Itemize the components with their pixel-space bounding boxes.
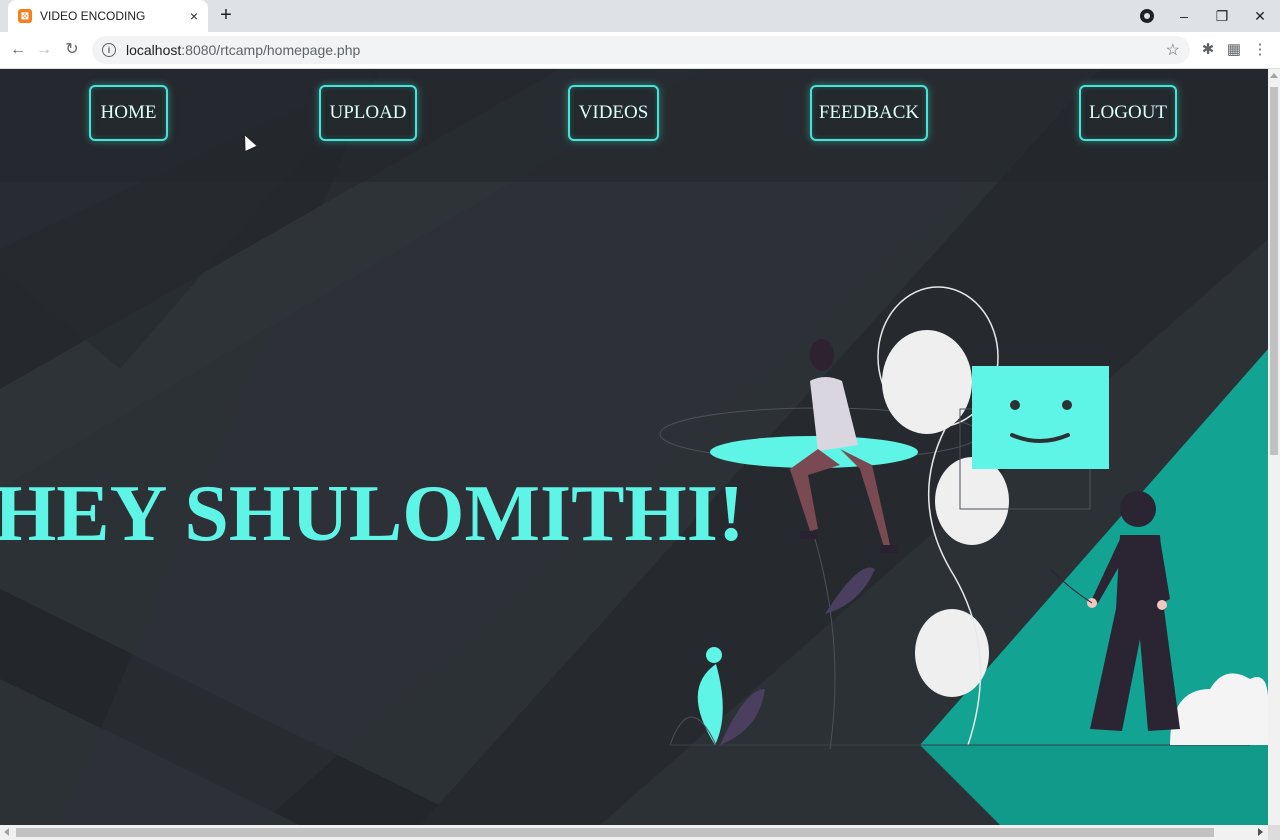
nav-upload-button[interactable]: UPLOAD [319, 85, 417, 141]
browser-toolbar: ← → ↻ i localhost :8080/rtcamp/homepage.… [0, 32, 1280, 69]
white-circle [935, 457, 1009, 545]
star-icon[interactable]: ☆ [1166, 40, 1180, 60]
horizontal-scroll-thumb[interactable] [16, 828, 1214, 837]
close-tab-icon[interactable]: × [190, 8, 198, 24]
nav-logout-button[interactable]: LOGOUT [1079, 85, 1177, 141]
url-host: localhost [126, 42, 182, 58]
url-path: :8080/rtcamp/homepage.php [181, 42, 361, 58]
menu-icon[interactable]: ⋮ [1248, 38, 1272, 62]
horizontal-scrollbar[interactable] [0, 825, 1268, 840]
white-circle [915, 609, 989, 697]
top-navbar: HOME UPLOAD VIDEOS FEEDBACK LOGOUT [0, 69, 1268, 182]
forward-arrow-icon[interactable]: → [32, 38, 56, 62]
smiley-screen [972, 366, 1109, 469]
nav-home-button[interactable]: HOME [89, 85, 168, 141]
tab-strip: ⊠ VIDEO ENCODING × + – ❐ ✕ [0, 0, 1280, 32]
white-circle [882, 330, 972, 434]
vertical-scroll-thumb[interactable] [1270, 87, 1278, 455]
restore-button[interactable]: ❐ [1202, 0, 1242, 32]
back-arrow-icon[interactable]: ← [6, 38, 30, 62]
info-icon[interactable]: i [102, 43, 116, 57]
profile-icon[interactable] [1140, 9, 1154, 23]
vertical-scrollbar[interactable] [1268, 69, 1280, 825]
nav-feedback-button[interactable]: FEEDBACK [810, 85, 928, 141]
close-window-button[interactable]: ✕ [1240, 0, 1280, 32]
minimize-button[interactable]: – [1164, 0, 1204, 32]
greeting-heading: HEY SHULOMITHI! [0, 470, 745, 558]
favicon-icon: ⊠ [18, 9, 32, 23]
media-icon[interactable]: ▦ [1222, 38, 1246, 62]
page-body: HOME UPLOAD VIDEOS FEEDBACK LOGOUT HEY S… [0, 69, 1268, 825]
scroll-left-arrow-icon[interactable] [4, 828, 9, 836]
address-bar[interactable]: i localhost :8080/rtcamp/homepage.php ☆ [92, 36, 1190, 64]
extensions-icon[interactable]: ✱ [1196, 38, 1220, 62]
browser-tab[interactable]: ⊠ VIDEO ENCODING × [8, 0, 208, 32]
new-tab-button[interactable]: + [214, 4, 238, 28]
tab-title: VIDEO ENCODING [40, 9, 146, 23]
scrollbar-corner [1268, 825, 1280, 840]
nav-videos-button[interactable]: VIDEOS [568, 85, 659, 141]
hero-illustration [659, 286, 1268, 750]
reload-icon[interactable]: ↻ [60, 38, 84, 62]
scroll-right-arrow-icon[interactable] [1258, 828, 1263, 836]
scroll-up-arrow-icon[interactable] [1270, 73, 1278, 78]
